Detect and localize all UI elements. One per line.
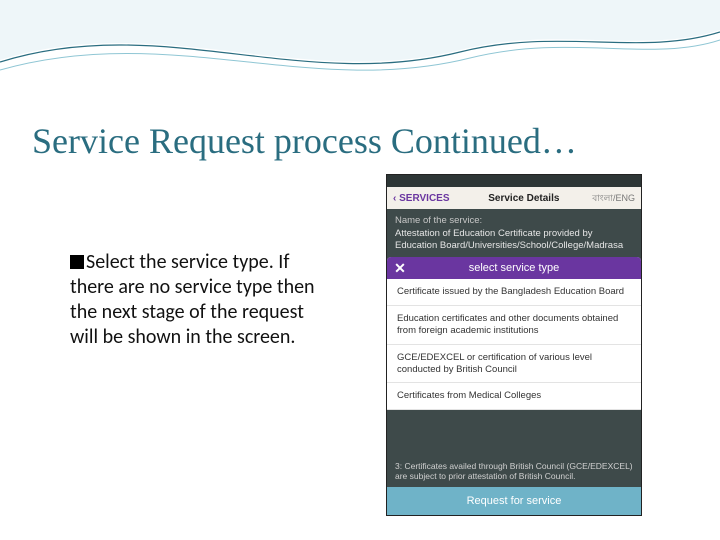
slide: Service Request process Continued… Selec…	[0, 0, 720, 540]
body-paragraph: Select the service type. If there are no…	[70, 250, 315, 349]
back-button[interactable]: ‹ SERVICES	[387, 193, 456, 204]
wave-decoration	[0, 0, 720, 100]
back-label: SERVICES	[399, 193, 449, 204]
close-icon[interactable]: ✕	[387, 260, 413, 277]
service-type-option[interactable]: Certificate issued by the Bangladesh Edu…	[387, 279, 641, 306]
slide-title: Service Request process Continued…	[32, 120, 577, 162]
bullet-icon	[70, 255, 84, 269]
footer-note: 3: Certificates availed through British …	[387, 455, 641, 487]
service-type-option[interactable]: Education certificates and other documen…	[387, 306, 641, 345]
modal-header: ✕ select service type	[387, 257, 641, 279]
service-type-option[interactable]: Certificates from Medical Colleges	[387, 383, 641, 410]
phone-footer: 3: Certificates availed through British …	[387, 455, 641, 515]
modal-title: select service type	[413, 262, 641, 274]
section-label: Name of the service:	[387, 209, 641, 228]
request-service-button[interactable]: Request for service	[387, 487, 641, 515]
phone-screenshot: ‹ SERVICES Service Details বাংলা/ENG Nam…	[386, 174, 642, 516]
language-toggle[interactable]: বাংলা/ENG	[592, 191, 641, 206]
body-text: Select the service type. If there are no…	[70, 250, 330, 350]
modal-gap	[387, 410, 641, 436]
nav-title: Service Details	[456, 193, 593, 204]
service-name: Attestation of Education Certificate pro…	[387, 228, 641, 258]
service-type-option[interactable]: GCE/EDEXCEL or certification of various …	[387, 345, 641, 384]
service-type-modal: ✕ select service type Certificate issued…	[387, 257, 641, 436]
status-bar	[387, 175, 641, 187]
nav-bar: ‹ SERVICES Service Details বাংলা/ENG	[387, 187, 641, 209]
